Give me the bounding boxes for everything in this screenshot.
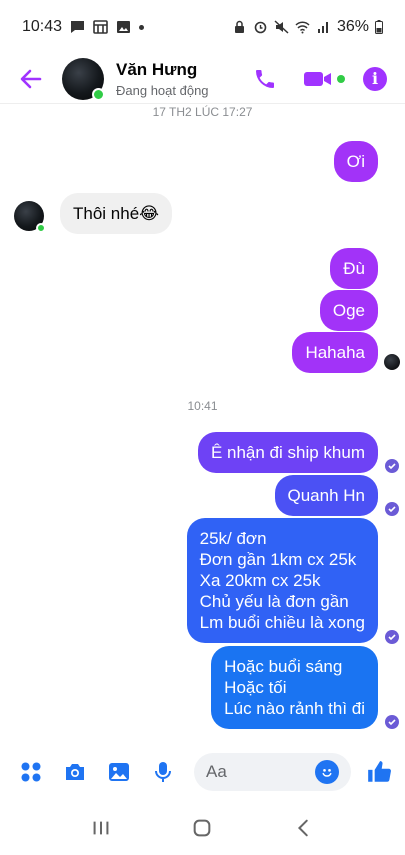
battery-percent: 36% (336, 18, 369, 35)
message-bubble-sent[interactable]: Quanh Hn (274, 475, 378, 516)
camera-icon (66, 764, 84, 780)
back-button[interactable] (16, 64, 46, 94)
message-line: Hoặc buổi sáng (224, 657, 343, 676)
home-button[interactable] (182, 808, 222, 848)
gallery-notification-icon (116, 20, 131, 34)
delivered-check-icon (385, 459, 399, 473)
video-active-indicator (337, 74, 345, 83)
system-back-button[interactable] (284, 808, 324, 848)
video-call-button[interactable] (303, 69, 345, 89)
lock-icon (232, 20, 247, 34)
more-actions-button[interactable] (18, 759, 44, 785)
notification-dot-icon (139, 24, 145, 30)
message-line: Chủ yếu là đơn gần (199, 592, 349, 611)
message-line: Lm buổi chiều là xong (199, 613, 365, 632)
contact-avatar[interactable] (62, 57, 105, 101)
timestamp-divider: 17 TH2 LÚC 17:27 (152, 105, 253, 119)
seen-avatar (384, 354, 400, 370)
online-indicator (92, 87, 105, 101)
contact-title-block[interactable]: Văn Hưng Đang hoạt động (116, 60, 209, 98)
timestamp-divider: 10:41 (187, 399, 218, 413)
like-button[interactable] (365, 758, 393, 786)
system-navigation-bar (0, 800, 405, 855)
conversation-header: Văn Hưng Đang hoạt động i (0, 54, 405, 104)
four-dots-icon (21, 762, 41, 782)
image-icon (109, 763, 129, 781)
camera-button[interactable] (62, 759, 88, 785)
smiley-icon (322, 769, 332, 777)
gallery-button[interactable] (106, 759, 132, 785)
message-line: Xa 20km cx 25k (199, 571, 321, 590)
delivered-check-icon (385, 715, 399, 729)
status-bar: 10:43 36% (0, 0, 405, 54)
emoji-button[interactable] (315, 760, 339, 784)
video-camera-icon (304, 71, 331, 86)
message-line: Đơn gần 1km cx 25k (199, 550, 357, 569)
microphone-icon (155, 762, 171, 782)
message-bubble-sent[interactable]: Ê nhận đi ship khum (197, 432, 378, 473)
recent-apps-icon (93, 821, 109, 834)
thumbs-up-icon (368, 761, 391, 782)
message-bubble-sent[interactable]: Đù (330, 248, 378, 289)
delivered-check-icon (385, 630, 399, 644)
signal-icon (316, 20, 331, 34)
home-icon (194, 819, 211, 836)
message-composer (0, 744, 405, 800)
message-bubble-received[interactable]: Thôi nhé😂 (60, 193, 173, 234)
recent-apps-button[interactable] (81, 808, 121, 848)
contact-name: Văn Hưng (116, 59, 198, 79)
voice-record-button[interactable] (150, 759, 176, 785)
message-list[interactable]: 17 TH2 LÚC 17:27 Ơi Thôi nhé😂 Đù Oge Hah… (0, 104, 405, 744)
phone-icon (256, 69, 274, 88)
wifi-icon (295, 20, 310, 34)
message-line: Lúc nào rảnh thì đi (224, 699, 365, 718)
message-bubble-sent[interactable]: Hahaha (292, 332, 378, 373)
message-bubble-sent[interactable]: Oge (319, 290, 378, 331)
message-bubble-sent[interactable]: 25k/ đơn Đơn gần 1km cx 25k Xa 20km cx 2… (186, 518, 378, 643)
delivered-check-icon (385, 502, 399, 516)
battery-icon (375, 20, 383, 34)
alarm-icon (253, 20, 268, 34)
online-indicator (36, 223, 46, 233)
message-line: Hoặc tối (224, 678, 287, 697)
info-button[interactable]: i (363, 66, 387, 91)
info-icon: i (371, 69, 379, 88)
grid-notification-icon (93, 20, 108, 34)
message-bubble-sent[interactable]: Ơi (333, 141, 378, 182)
chat-notification-icon (70, 20, 85, 34)
back-arrow-icon (20, 69, 42, 88)
contact-avatar-small[interactable] (14, 201, 46, 233)
mute-icon (274, 20, 289, 34)
status-time: 10:43 (22, 18, 63, 35)
chevron-left-icon (298, 819, 308, 836)
message-input[interactable] (206, 762, 315, 782)
message-input-wrapper (194, 753, 351, 791)
message-line: 25k/ đơn (199, 529, 267, 548)
message-bubble-sent[interactable]: Hoặc buổi sáng Hoặc tối Lúc nào rảnh thì… (211, 646, 378, 729)
voice-call-button[interactable] (251, 65, 279, 93)
contact-status: Đang hoạt động (116, 82, 209, 98)
